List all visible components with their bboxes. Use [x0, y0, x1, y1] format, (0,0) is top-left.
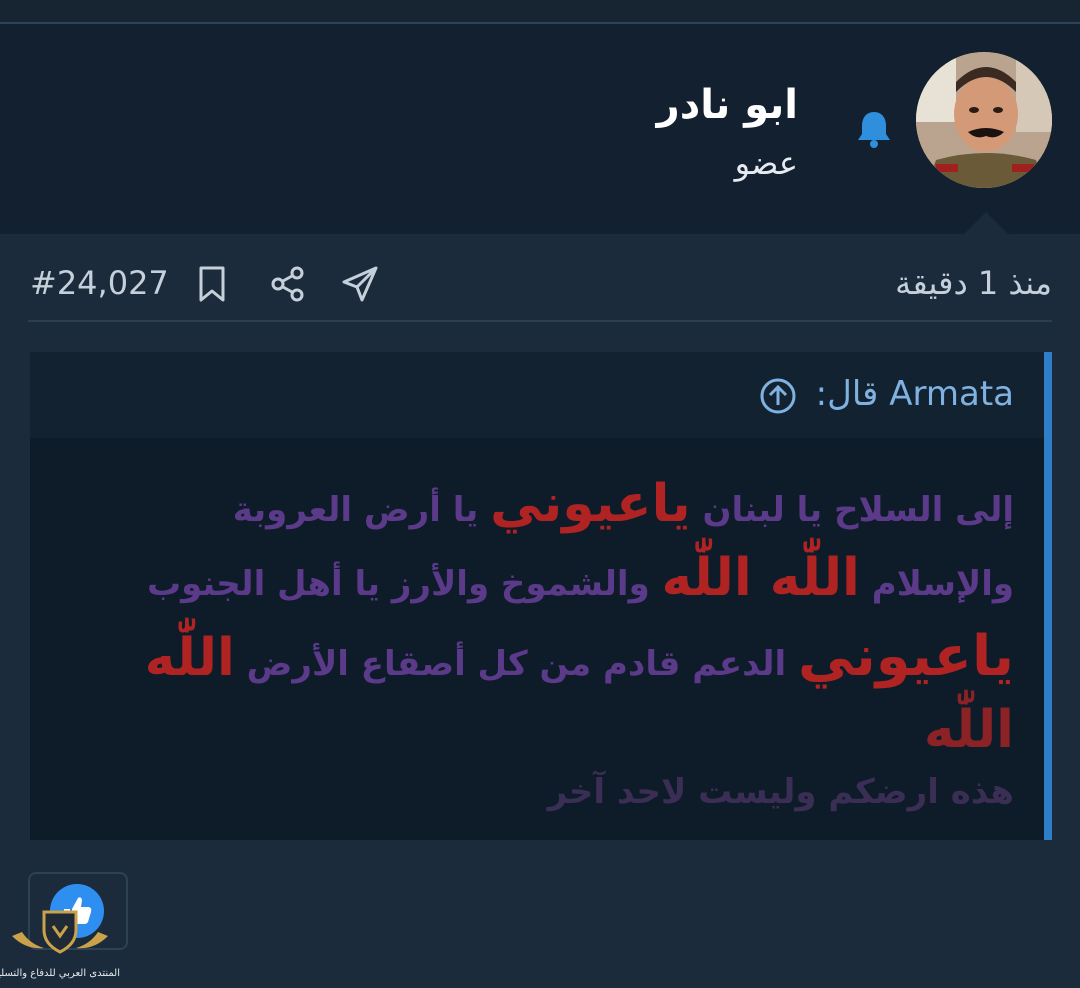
send-icon[interactable] — [340, 264, 380, 304]
post-time[interactable]: منذ 1 دقيقة — [895, 264, 1052, 302]
top-bar — [0, 0, 1080, 24]
quote-highlight: اللّٰه — [144, 628, 235, 688]
quote-text: يا أرض العروبة — [232, 490, 491, 530]
avatar[interactable] — [916, 52, 1052, 188]
share-icon[interactable] — [268, 264, 308, 304]
watermark-text: المنتدى العربي للدفاع والتسليح — [0, 968, 120, 979]
quote-highlight: اللّٰه اللّٰه — [661, 548, 860, 608]
quote-line-1: إلى السلاح يا لبنان ياعيوني يا أرض العرو… — [233, 474, 1014, 534]
bell-icon[interactable] — [854, 108, 894, 150]
username[interactable]: ابو نادر — [657, 82, 798, 128]
quote-text: إلى السلاح يا لبنان — [690, 490, 1014, 530]
quote-header[interactable]: Armata قال: — [30, 352, 1044, 438]
quote-line-3: ياعيوني الدعم قادم من كل أصقاع الأرض الل… — [145, 624, 1014, 689]
user-role: عضو — [734, 144, 798, 182]
bookmark-icon[interactable] — [192, 264, 232, 304]
header-caret — [962, 212, 1010, 236]
quote-text: الدعم قادم من كل أصقاع الأرض — [234, 644, 799, 684]
quote-line-2: والإسلام اللّٰه اللّٰه والشموخ والأرز يا… — [147, 548, 1014, 608]
post-number[interactable]: #24,027 — [30, 264, 169, 302]
quote-text: هذه ارضكم وليست لاحد آخر — [547, 772, 1014, 812]
quote-block: Armata قال: إلى السلاح يا لبنان ياعيوني … — [30, 352, 1052, 840]
quote-highlight: اللّٰه — [923, 700, 1014, 760]
quote-text: والإسلام — [859, 564, 1014, 604]
arrow-up-circle-icon[interactable] — [758, 376, 798, 416]
divider — [28, 320, 1052, 322]
quote-highlight: ياعيوني — [490, 474, 691, 534]
quote-author[interactable]: Armata قال: — [816, 374, 1014, 414]
quote-highlight: ياعيوني — [798, 624, 1014, 689]
quote-line-5: هذه ارضكم وليست لاحد آخر — [548, 772, 1014, 812]
quote-text: والشموخ والأرز يا أهل الجنوب — [146, 564, 662, 604]
quote-line-4: اللّٰه — [924, 700, 1014, 760]
